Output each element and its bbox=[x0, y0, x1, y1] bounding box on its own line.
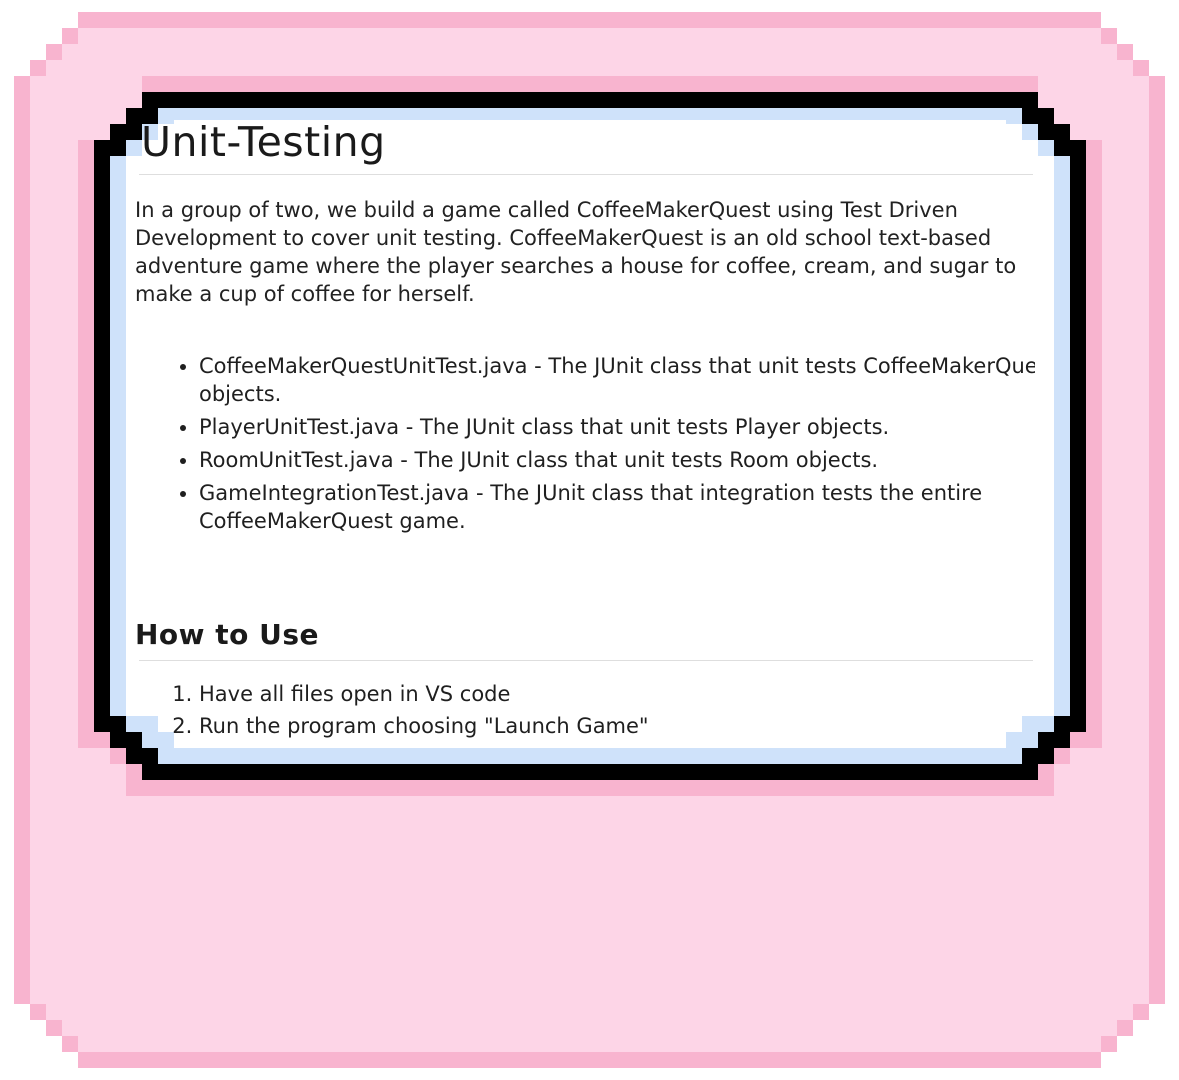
readme-title: Unit-Testing bbox=[141, 118, 386, 166]
steps-list: Have all files open in VS code Run the p… bbox=[135, 680, 1035, 744]
list-item: CoffeeMakerQuestUnitTest.java - The JUni… bbox=[199, 352, 1035, 408]
intro-paragraph: In a group of two, we build a game calle… bbox=[135, 198, 1017, 306]
list-item: RoomUnitTest.java - The JUnit class that… bbox=[199, 446, 1035, 474]
section-divider bbox=[139, 660, 1033, 661]
list-item: Run the program choosing "Launch Game" bbox=[199, 712, 1035, 740]
list-item: PlayerUnitTest.java - The JUnit class th… bbox=[199, 413, 1035, 441]
file-list: CoffeeMakerQuestUnitTest.java - The JUni… bbox=[135, 352, 1035, 540]
list-item: Have all files open in VS code bbox=[199, 680, 1035, 708]
list-item: GameIntegrationTest.java - The JUnit cla… bbox=[199, 479, 1035, 535]
title-divider bbox=[139, 174, 1033, 175]
how-to-use-heading: How to Use bbox=[135, 618, 320, 651]
readme-content: Unit-Testing In a group of two, we build… bbox=[133, 104, 1035, 747]
